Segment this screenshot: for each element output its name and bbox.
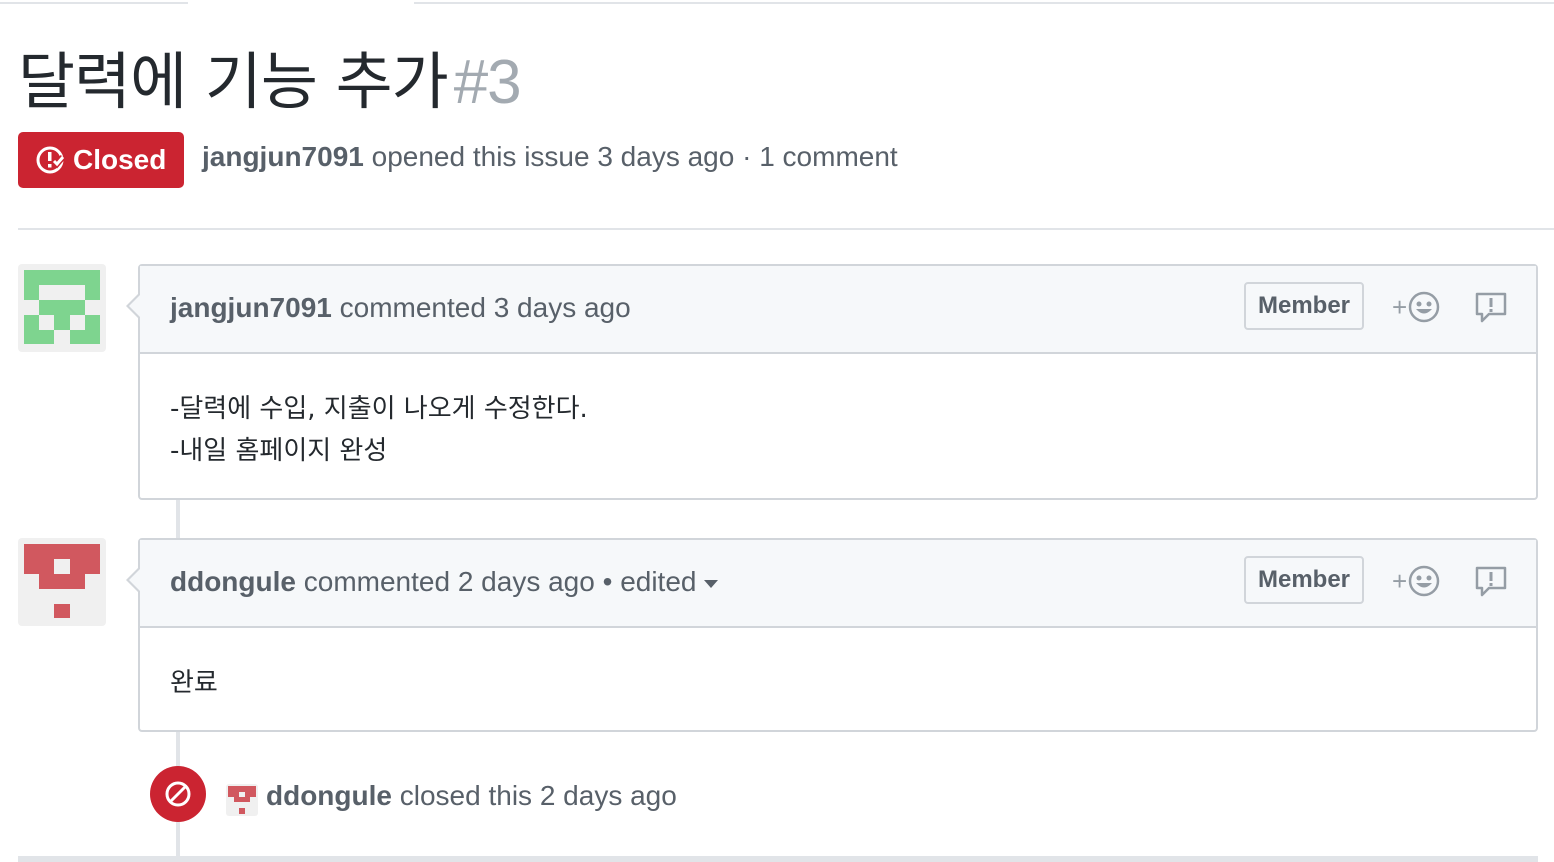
member-badge: Member — [1244, 556, 1364, 604]
comment-author-link[interactable]: ddongule — [170, 566, 296, 597]
event-description: closed this 2 days ago — [399, 780, 677, 811]
comment-line: -달력에 수입, 지출이 나오게 수정한다. — [170, 394, 588, 424]
smiley-icon — [1408, 291, 1440, 323]
header-divider — [18, 228, 1554, 230]
comment-header-text: ddongule commented 2 days ago • edited — [170, 566, 719, 598]
comment-arrow — [126, 292, 141, 320]
identicon-green — [24, 270, 100, 346]
report-icon — [1475, 292, 1507, 323]
plus-icon: + — [1392, 565, 1408, 596]
comment-header: ddongule commented 2 days ago • edited M… — [126, 540, 1536, 628]
event-actor-link[interactable]: ddongule — [266, 780, 392, 811]
plus-icon: + — [1392, 291, 1408, 322]
tab-divider-left — [0, 0, 188, 4]
comment-timestamp[interactable]: commented 2 days ago • edited — [304, 566, 697, 597]
issue-state-label: Closed — [73, 144, 167, 175]
report-button[interactable] — [1474, 290, 1508, 329]
event-avatar[interactable] — [226, 784, 258, 816]
issue-closed-icon — [36, 146, 65, 174]
issue-meta: jangjun7091 opened this issue 3 days ago… — [202, 141, 898, 173]
comment-card: ddongule commented 2 days ago • edited M… — [126, 538, 1538, 732]
report-button[interactable] — [1474, 564, 1508, 603]
issue-author-link[interactable]: jangjun7091 — [202, 141, 364, 172]
report-icon — [1475, 566, 1507, 597]
member-badge: Member — [1244, 282, 1364, 330]
tab-divider-right — [414, 0, 1554, 4]
comment-timestamp[interactable]: commented 3 days ago — [340, 292, 631, 323]
circle-slash-icon — [165, 781, 191, 807]
comment-header-text: jangjun7091 commented 3 days ago — [170, 292, 631, 324]
issue-number: #3 — [453, 48, 522, 117]
comment-header: jangjun7091 commented 3 days ago Member … — [126, 266, 1536, 354]
comment-body: 완료 — [140, 628, 1536, 704]
identicon-red — [24, 544, 100, 620]
issue-title: 달력에 기능 추가#3 — [18, 44, 522, 121]
comment-author-link[interactable]: jangjun7091 — [170, 292, 332, 323]
add-reaction-button[interactable]: + — [1392, 290, 1441, 324]
identicon-red-small — [228, 786, 256, 814]
bottom-divider — [18, 856, 1538, 862]
comment-body: -달력에 수입, 지출이 나오게 수정한다. -내일 홈페이지 완성 — [140, 354, 1536, 472]
comment-line: -내일 홈페이지 완성 — [170, 436, 388, 466]
caret-down-icon[interactable] — [704, 579, 719, 588]
comment-arrow — [126, 566, 141, 594]
timeline-connector — [176, 500, 180, 538]
issue-opened-text: opened this issue 3 days ago · 1 comment — [371, 141, 898, 172]
smiley-icon — [1408, 565, 1440, 597]
avatar[interactable] — [18, 538, 106, 626]
avatar[interactable] — [18, 264, 106, 352]
closed-event-badge — [150, 766, 206, 822]
comment-line: 완료 — [170, 668, 218, 698]
tab-underline — [0, 0, 1554, 4]
closed-event-text: ddongule closed this 2 days ago — [266, 780, 677, 812]
add-reaction-button[interactable]: + — [1392, 564, 1441, 598]
issue-state-badge: Closed — [18, 132, 184, 188]
issue-title-text: 달력에 기능 추가 — [18, 45, 449, 118]
comment-card: jangjun7091 commented 3 days ago Member … — [126, 264, 1538, 500]
